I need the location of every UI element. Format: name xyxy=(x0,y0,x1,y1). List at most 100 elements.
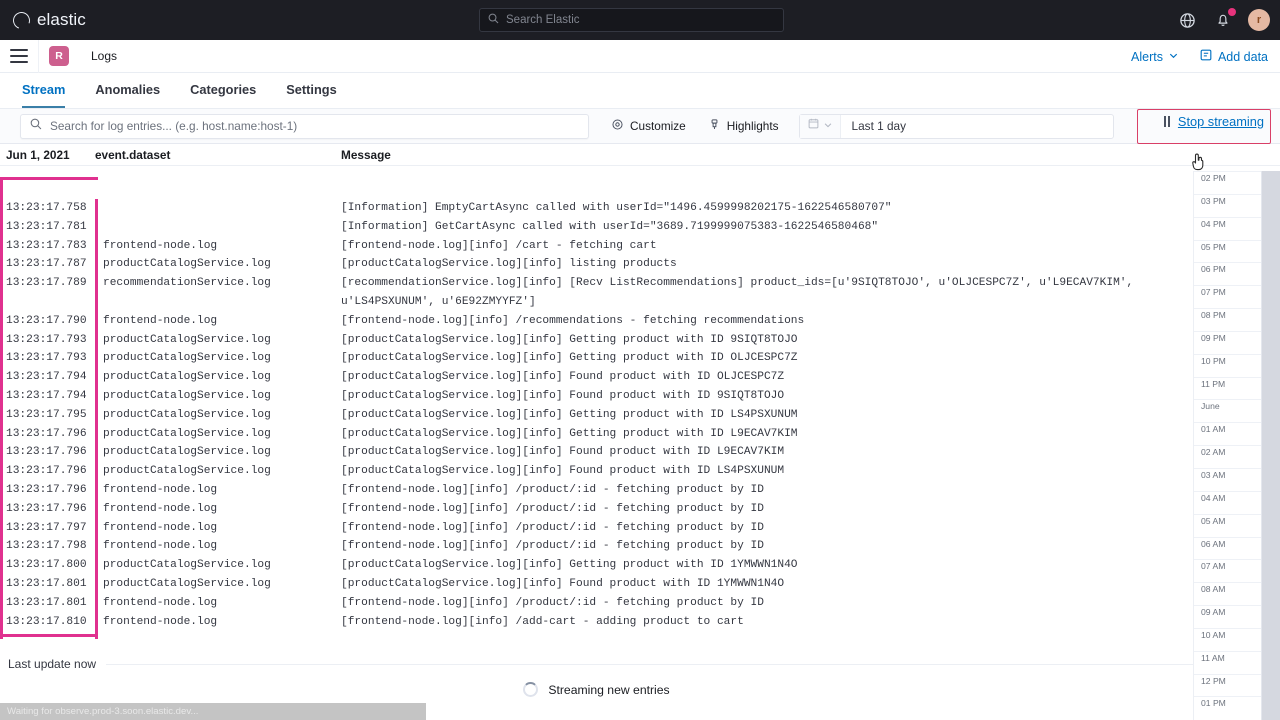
minimap-tick-label: 04 AM xyxy=(1201,492,1229,503)
quick-select-button[interactable] xyxy=(799,114,841,138)
search-placeholder: Search for log entries... (e.g. host.nam… xyxy=(50,119,298,133)
table-row[interactable]: 13:23:17.796 productCatalogService.log [pr… xyxy=(0,462,1193,481)
add-data-label: Add data xyxy=(1217,49,1268,64)
log-timestamp: 13:23:17.793 xyxy=(6,333,87,346)
table-row[interactable]: 13:23:17.789 recommendationService.log [re… xyxy=(0,274,1193,312)
minimap-tick-label: 12 PM xyxy=(1201,675,1229,686)
log-timestamp: 13:23:17.794 xyxy=(6,371,87,384)
browser-status-text: Waiting for observe.prod-3.soon.elastic.… xyxy=(7,706,199,717)
log-timestamp: 13:23:17.789 xyxy=(6,277,87,290)
table-row[interactable]: 13:23:17.790 frontend-node.log [frontend-n… xyxy=(0,312,1193,331)
table-row[interactable]: 13:23:17.795 productCatalogService.log [pr… xyxy=(0,406,1193,425)
table-row[interactable]: 13:23:17.793 productCatalogService.log [pr… xyxy=(0,349,1193,368)
hamburger-menu-icon[interactable] xyxy=(10,49,28,63)
log-dataset: productCatalogService.log xyxy=(103,559,271,572)
elastic-logo[interactable]: elastic xyxy=(10,8,86,32)
minimap-tick-label: 02 AM xyxy=(1201,447,1229,458)
log-timestamp: 13:23:17.795 xyxy=(6,408,87,421)
log-dataset: productCatalogService.log xyxy=(103,333,271,346)
log-timestamp: 13:23:17.787 xyxy=(6,258,87,271)
app-header-actions: Alerts Add data xyxy=(1131,40,1268,73)
table-row[interactable]: 13:23:17.796 frontend-node.log [frontend-n… xyxy=(0,481,1193,500)
alerts-menu-button[interactable]: Alerts xyxy=(1131,50,1179,64)
global-nav-actions: r xyxy=(1176,0,1270,40)
table-row[interactable]: 13:23:17.810 frontend-node.log [frontend-n… xyxy=(0,613,1193,632)
minimap-tick-label: June xyxy=(1201,401,1223,412)
log-timestamp: 13:23:17.810 xyxy=(6,615,87,628)
tab-bar: Stream Anomalies Categories Settings xyxy=(0,73,1280,109)
log-dataset: productCatalogService.log xyxy=(103,577,271,590)
table-row[interactable]: 13:23:17.798 frontend-node.log [frontend-n… xyxy=(0,537,1193,556)
minimap-scrollbar[interactable] xyxy=(1262,171,1280,720)
log-toolbar: Search for log entries... (e.g. host.nam… xyxy=(0,109,1280,144)
log-timestamp: 13:23:17.801 xyxy=(6,577,87,590)
last-update-status: Last update now xyxy=(0,650,1193,678)
tab-stream[interactable]: Stream xyxy=(22,73,66,108)
log-message: [productCatalogService.log][info] Gettin… xyxy=(341,333,798,346)
stop-streaming-button[interactable]: Stop streaming xyxy=(1163,114,1264,129)
minimap-tick-label: 03 AM xyxy=(1201,469,1229,480)
table-row[interactable]: 13:23:17.796 productCatalogService.log [pr… xyxy=(0,443,1193,462)
log-message: [productCatalogService.log][info] Gettin… xyxy=(341,408,798,421)
log-timestamp: 13:23:17.796 xyxy=(6,483,87,496)
help-globe-icon[interactable] xyxy=(1176,9,1198,31)
time-range-value[interactable]: Last 1 day xyxy=(841,119,906,133)
notifications-bell-icon[interactable] xyxy=(1212,8,1236,31)
minimap-tick-label: 10 PM xyxy=(1201,355,1229,366)
log-message: [productCatalogService.log][info] Found … xyxy=(341,446,785,459)
table-row[interactable]: 13:23:17.794 productCatalogService.log [pr… xyxy=(0,387,1193,406)
log-timestamp: 13:23:17.800 xyxy=(6,559,87,572)
minimap-tick-label: 06 PM xyxy=(1201,264,1229,275)
search-input[interactable]: Search for log entries... (e.g. host.nam… xyxy=(20,113,589,139)
table-row[interactable]: 13:23:17.787 productCatalogService.log [pr… xyxy=(0,255,1193,274)
tab-categories[interactable]: Categories xyxy=(190,73,256,108)
time-minimap[interactable]: 02 PM 03 PM 04 PM 05 PM 06 PM 07 PM 08 PM 09 PM… xyxy=(1193,171,1280,720)
column-header-dataset: event.dataset xyxy=(95,147,171,162)
log-dataset: frontend-node.log xyxy=(103,540,218,553)
table-row[interactable]: 13:23:17.758 [Information] EmptyCartAsync… xyxy=(0,199,1193,218)
user-avatar[interactable]: r xyxy=(1248,9,1270,31)
minimap-tick-label: 01 PM xyxy=(1201,698,1229,709)
add-data-icon xyxy=(1199,48,1213,65)
log-message: [productCatalogService.log][info] Found … xyxy=(341,371,785,384)
customize-gear-icon xyxy=(611,118,624,134)
log-message: [frontend-node.log][info] /product/:id -… xyxy=(341,483,764,496)
app-header: R Logs Alerts Add data xyxy=(0,39,1280,73)
minimap-tick-label: 07 PM xyxy=(1201,287,1229,298)
table-row[interactable]: 13:23:17.783 frontend-node.log [frontend-n… xyxy=(0,237,1193,256)
minimap-tick-label: 08 PM xyxy=(1201,310,1229,321)
log-message: [frontend-node.log][info] /product/:id -… xyxy=(341,596,764,609)
tab-anomalies[interactable]: Anomalies xyxy=(95,73,160,108)
tab-settings[interactable]: Settings xyxy=(286,73,336,108)
global-search-input[interactable]: Search Elastic xyxy=(479,8,784,32)
table-row[interactable]: 13:23:17.781 [Information] GetCartAsync c… xyxy=(0,218,1193,237)
minimap-tick-label: 08 AM xyxy=(1201,584,1229,595)
table-row[interactable]: 13:23:17.796 frontend-node.log [frontend-n… xyxy=(0,500,1193,519)
browser-status-bar: Waiting for observe.prod-3.soon.elastic.… xyxy=(0,703,426,720)
add-data-button[interactable]: Add data xyxy=(1199,48,1268,65)
log-message: [productCatalogService.log][info] Gettin… xyxy=(341,559,798,572)
log-entries-list[interactable]: 13:23:17.758 [Information] EmptyCartAsync… xyxy=(0,199,1193,639)
log-timestamp: 13:23:17.796 xyxy=(6,465,87,478)
space-avatar[interactable]: R xyxy=(49,46,69,66)
table-row[interactable]: 13:23:17.801 productCatalogService.log [pr… xyxy=(0,575,1193,594)
search-icon xyxy=(488,11,499,29)
selection-highlight-left xyxy=(0,177,3,639)
highlights-label: Highlights xyxy=(726,119,779,133)
table-row[interactable]: 13:23:17.793 productCatalogService.log [pr… xyxy=(0,331,1193,350)
log-dataset: productCatalogService.log xyxy=(103,465,271,478)
minimap-tick-label: 11 PM xyxy=(1201,378,1229,389)
table-row[interactable]: 13:23:17.796 productCatalogService.log [pr… xyxy=(0,425,1193,444)
log-dataset: frontend-node.log xyxy=(103,314,218,327)
table-row[interactable]: 13:23:17.800 productCatalogService.log [pr… xyxy=(0,556,1193,575)
time-range-picker[interactable]: Last 1 day xyxy=(798,113,1114,139)
table-row[interactable]: 13:23:17.797 frontend-node.log [frontend-n… xyxy=(0,519,1193,538)
highlights-button[interactable]: Highlights xyxy=(708,118,779,134)
customize-button[interactable]: Customize xyxy=(611,118,686,134)
table-row[interactable]: 13:23:17.801 frontend-node.log [frontend-n… xyxy=(0,594,1193,613)
log-dataset: productCatalogService.log xyxy=(103,408,271,421)
table-row[interactable]: 13:23:17.794 productCatalogService.log [pr… xyxy=(0,368,1193,387)
log-timestamp: 13:23:17.801 xyxy=(6,596,87,609)
customize-label: Customize xyxy=(630,119,686,133)
log-dataset: recommendationService.log xyxy=(103,277,271,290)
